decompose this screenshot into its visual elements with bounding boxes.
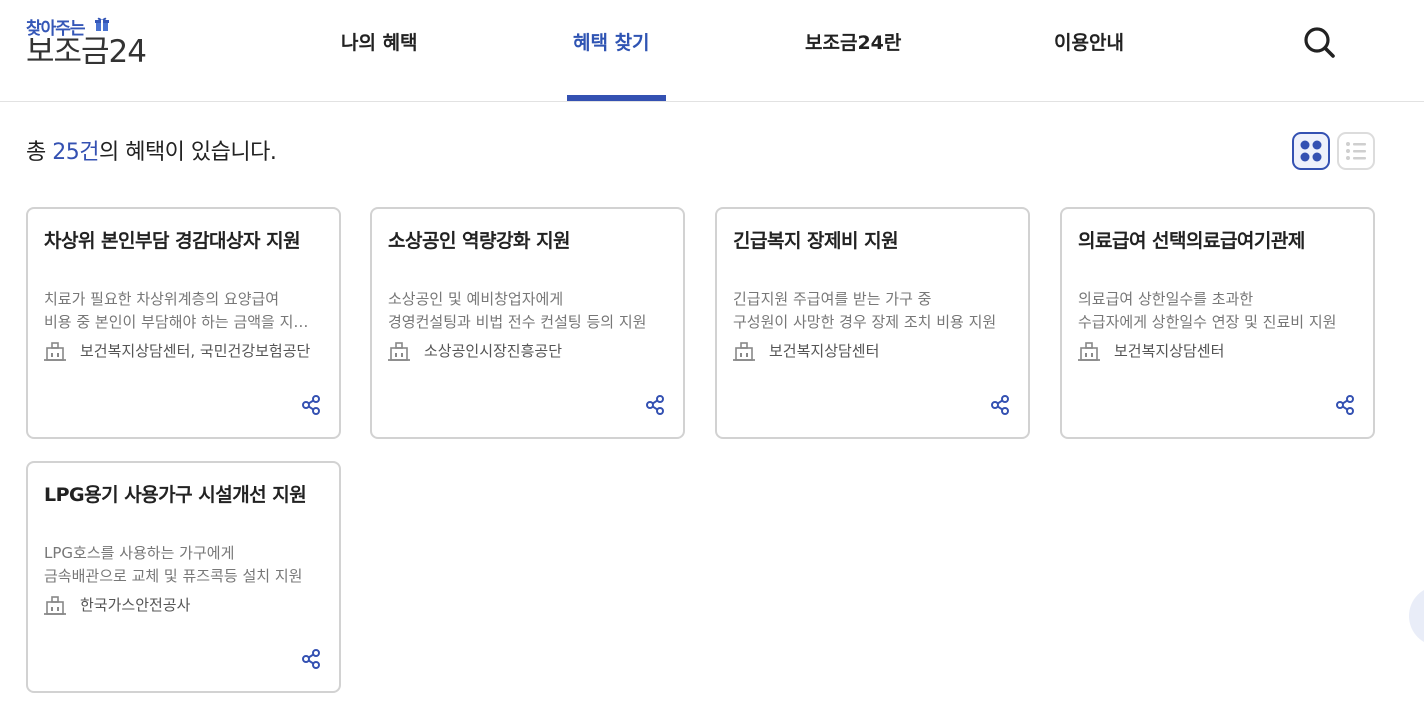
floating-scroll-button[interactable] [1409,586,1424,646]
card-desc-line: 수급자에게 상한일수 연장 및 진료비 지원 [1078,313,1337,331]
nav-find-benefits[interactable]: 혜택 찾기 [573,30,650,56]
share-icon[interactable] [644,394,666,416]
search-icon[interactable] [1300,22,1340,62]
share-icon[interactable] [300,648,322,670]
nav-my-benefits[interactable]: 나의 혜택 [341,30,418,56]
org-name: 보건복지상담센터 [769,342,880,360]
building-icon [388,342,410,361]
share-icon[interactable] [300,394,322,416]
nav-about-subsidy24[interactable]: 보조금24란 [805,30,901,56]
list-view-button[interactable] [1337,132,1375,170]
summary-prefix: 총 [26,140,53,165]
card-description: 소상공인 및 예비창업자에게 경영컨설팅과 비법 전수 컨설팅 등의 지원 [388,288,660,334]
card-desc-line: 경영컨설팅과 비법 전수 컨설팅 등의 지원 [388,313,647,331]
building-icon [44,596,66,615]
building-icon [44,342,66,361]
card-organization: 소상공인시장진흥공단 [388,339,668,363]
benefit-card[interactable]: LPG용기 사용가구 시설개선 지원 LPG호스를 사용하는 가구에게 금속배관… [26,461,341,693]
gift-icon [95,17,109,31]
org-name: 소상공인시장진흥공단 [424,342,563,360]
share-icon[interactable] [1334,394,1356,416]
card-title: 차상위 본인부담 경감대상자 지원 [44,230,301,252]
card-desc-line: 비용 중 본인이 부담해야 하는 금액을 지원합니다. [44,313,316,331]
list-view-icon [1346,142,1366,160]
benefit-card[interactable]: 긴급복지 장제비 지원 긴급지원 주급여를 받는 가구 중 구성원이 사망한 경… [715,207,1030,439]
nav-usage-guide[interactable]: 이용안내 [1054,30,1124,56]
card-title: LPG용기 사용가구 시설개선 지원 [44,484,307,506]
org-name: 한국가스안전공사 [80,596,191,614]
card-organization: 보건복지상담센터 [733,339,1013,363]
grid-view-button[interactable] [1292,132,1330,170]
building-icon [733,342,755,361]
summary-suffix: 의 혜택이 있습니다. [98,140,277,165]
card-organization: 보건복지상담센터, 국민건강보험공단 [44,339,324,363]
result-count: 25건 [52,140,99,165]
card-desc-line: 의료급여 상한일수를 초과한 [1078,290,1254,308]
card-description: LPG호스를 사용하는 가구에게 금속배관으로 교체 및 퓨즈콕등 설치 지원 [44,542,316,588]
card-title: 의료급여 선택의료급여기관제 [1078,230,1305,252]
card-desc-line: 긴급지원 주급여를 받는 가구 중 [733,290,932,308]
card-title: 긴급복지 장제비 지원 [733,230,899,252]
site-logo[interactable]: 찾아주는 보조금24 [26,14,156,70]
card-organization: 보건복지상담센터 [1078,339,1358,363]
card-desc-line: 금속배관으로 교체 및 퓨즈콕등 설치 지원 [44,567,303,585]
card-title: 소상공인 역량강화 지원 [388,230,571,252]
org-name: 보건복지상담센터, 국민건강보험공단 [80,342,311,360]
active-tab-indicator [567,95,666,101]
card-desc-line: 치료가 필요한 차상위계층의 요양급여 [44,290,280,308]
card-desc-line: LPG호스를 사용하는 가구에게 [44,544,235,562]
result-summary: 총 25건의 혜택이 있습니다. [26,138,277,168]
org-name: 보건복지상담센터 [1114,342,1225,360]
benefit-card[interactable]: 소상공인 역량강화 지원 소상공인 및 예비창업자에게 경영컨설팅과 비법 전수… [370,207,685,439]
card-description: 긴급지원 주급여를 받는 가구 중 구성원이 사망한 경우 장제 조치 비용 지… [733,288,1005,334]
card-description: 의료급여 상한일수를 초과한 수급자에게 상한일수 연장 및 진료비 지원 [1078,288,1350,334]
benefit-card[interactable]: 차상위 본인부담 경감대상자 지원 치료가 필요한 차상위계층의 요양급여 비용… [26,207,341,439]
grid-view-icon [1300,140,1322,162]
card-organization: 한국가스안전공사 [44,593,324,617]
benefit-card[interactable]: 의료급여 선택의료급여기관제 의료급여 상한일수를 초과한 수급자에게 상한일수… [1060,207,1375,439]
card-desc-line: 구성원이 사망한 경우 장제 조치 비용 지원 [733,313,997,331]
logo-wordmark: 보조금24 [26,34,147,70]
card-description: 치료가 필요한 차상위계층의 요양급여 비용 중 본인이 부담해야 하는 금액을… [44,288,316,334]
site-header: 찾아주는 보조금24 나의 혜택 혜택 찾기 보조금24란 이용안내 [0,0,1424,102]
building-icon [1078,342,1100,361]
card-desc-line: 소상공인 및 예비창업자에게 [388,290,564,308]
share-icon[interactable] [989,394,1011,416]
